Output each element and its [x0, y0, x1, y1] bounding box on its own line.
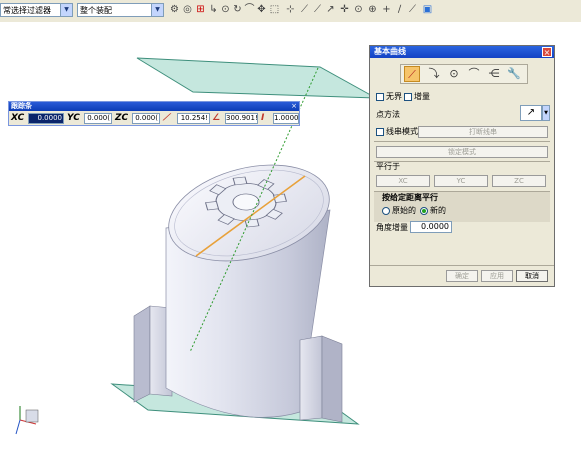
- trim-mode-icon[interactable]: ⋲: [486, 66, 502, 82]
- plus-icon[interactable]: +: [380, 3, 393, 17]
- length-icon: ⟋: [163, 113, 170, 123]
- unbounded-checkbox[interactable]: [376, 93, 384, 101]
- close-icon[interactable]: ×: [290, 102, 298, 110]
- zc-button[interactable]: ZC: [492, 175, 546, 187]
- close-icon[interactable]: ×: [542, 47, 552, 57]
- apply-button[interactable]: 应用: [481, 270, 513, 282]
- intersection-icon[interactable]: ✛: [338, 3, 351, 17]
- add-icon[interactable]: ⊞: [194, 3, 207, 17]
- angle-field[interactable]: 300.901!: [225, 113, 258, 124]
- selection-filter-value: 常选择过滤器: [3, 6, 51, 15]
- fillet-mode-icon[interactable]: ⌒: [466, 66, 482, 82]
- main-toolbar: 常选择过滤器 ▼ 整个装配 ▼ ⚙ ◎ ⊞ ↳ ⊙ ↻ ⌒ ✥ ⬚ ⊹ ⟋ ⟋ …: [0, 0, 581, 23]
- snap-icon[interactable]: ◎: [181, 3, 194, 17]
- offset-parallel-title: 按给定距离平行: [382, 193, 438, 202]
- tracking-bar-title[interactable]: 跟踪条: [9, 102, 299, 111]
- angle-icon: ∠: [212, 113, 221, 123]
- ok-button[interactable]: 确定: [446, 270, 478, 282]
- xc-label: XC: [11, 113, 25, 123]
- slash-icon[interactable]: ∕: [393, 3, 406, 17]
- point-method-label: 点方法: [376, 110, 400, 119]
- chevron-down-icon: ▼: [60, 4, 72, 16]
- yc-label: YC: [67, 113, 80, 123]
- box-select-icon[interactable]: ⬚: [268, 3, 281, 17]
- assembly-scope-value: 整个装配: [80, 6, 112, 15]
- lock-mode-button[interactable]: 锁定模式: [376, 146, 548, 158]
- incremental-checkbox[interactable]: [404, 93, 412, 101]
- endpoint-icon[interactable]: ⟋: [311, 3, 324, 17]
- cancel-button[interactable]: 取消: [516, 270, 548, 282]
- break-string-button[interactable]: 打断线串: [418, 126, 548, 138]
- selection-filter-dropdown[interactable]: 常选择过滤器 ▼: [0, 3, 73, 17]
- string-mode-checkbox[interactable]: [376, 128, 384, 136]
- xc-button[interactable]: XC: [376, 175, 430, 187]
- original-label: 原始的: [392, 206, 416, 215]
- chevron-down-icon: ▼: [151, 4, 163, 16]
- inferred-point-icon: ↗: [526, 107, 536, 118]
- angle-increment-label: 角度增量: [376, 223, 408, 232]
- dialog-title[interactable]: 基本曲线: [370, 46, 554, 58]
- offset-icon: I: [261, 113, 265, 123]
- original-radio[interactable]: [382, 207, 390, 215]
- line-mode-icon[interactable]: ⟋: [404, 66, 420, 82]
- circle-center-icon[interactable]: ⊙: [352, 3, 365, 17]
- angle-increment-field[interactable]: 0.0000: [410, 221, 452, 233]
- quadrant-icon[interactable]: ⊕: [366, 3, 379, 17]
- chevron-down-icon[interactable]: ▼: [542, 105, 550, 121]
- divider: [374, 141, 550, 142]
- top-datum-plane: [136, 57, 377, 99]
- unbounded-label: 无界: [386, 92, 402, 101]
- zc-field[interactable]: 0.000(: [132, 113, 160, 124]
- grid-point-icon[interactable]: ⊹: [284, 3, 297, 17]
- circle-mode-icon[interactable]: ⊙: [446, 66, 462, 82]
- right-block-side: [321, 335, 343, 423]
- line-point-icon[interactable]: ⟋: [298, 3, 311, 17]
- arc-mode-icon[interactable]: ⤵: [426, 66, 442, 82]
- edit-parameter-icon[interactable]: 🔧: [506, 66, 522, 82]
- left-block-side: [133, 305, 151, 403]
- incremental-label: 增量: [414, 92, 430, 101]
- polyline-icon[interactable]: ⟋: [406, 3, 419, 17]
- new-label: 新的: [430, 206, 446, 215]
- filter-icon[interactable]: ⚙: [168, 3, 181, 17]
- divider: [370, 265, 554, 266]
- wcs-triad: [15, 406, 39, 435]
- tracking-bar[interactable]: 跟踪条 × XC 0.0000 YC 0.000( ZC 0.000( ⟋ 10…: [8, 101, 300, 126]
- pan-icon[interactable]: ✥: [255, 3, 268, 17]
- length-field[interactable]: 10.254!: [177, 113, 210, 124]
- offset-field[interactable]: 1.0000: [273, 113, 299, 124]
- tangent-icon[interactable]: ↗: [324, 3, 337, 17]
- string-mode-label: 线串模式: [386, 127, 418, 136]
- zc-label: ZC: [115, 113, 129, 123]
- divider: [374, 161, 550, 162]
- parallel-to-label: 平行于: [376, 162, 400, 171]
- basic-curves-dialog: 基本曲线 × ⟋ ⤵ ⊙ ⌒ ⋲ 🔧 无界 增量 点方法 ↗ ▼ 线串模式 打断…: [369, 45, 555, 287]
- save-view-icon[interactable]: ▣: [421, 3, 434, 17]
- yc-field[interactable]: 0.000(: [84, 113, 112, 124]
- xc-field[interactable]: 0.0000: [28, 113, 64, 124]
- right-block-front: [299, 335, 323, 421]
- yc-button[interactable]: YC: [434, 175, 488, 187]
- new-radio[interactable]: [420, 207, 428, 215]
- point-method-dropdown[interactable]: ↗: [520, 105, 542, 121]
- assembly-scope-dropdown[interactable]: 整个装配 ▼: [77, 3, 164, 17]
